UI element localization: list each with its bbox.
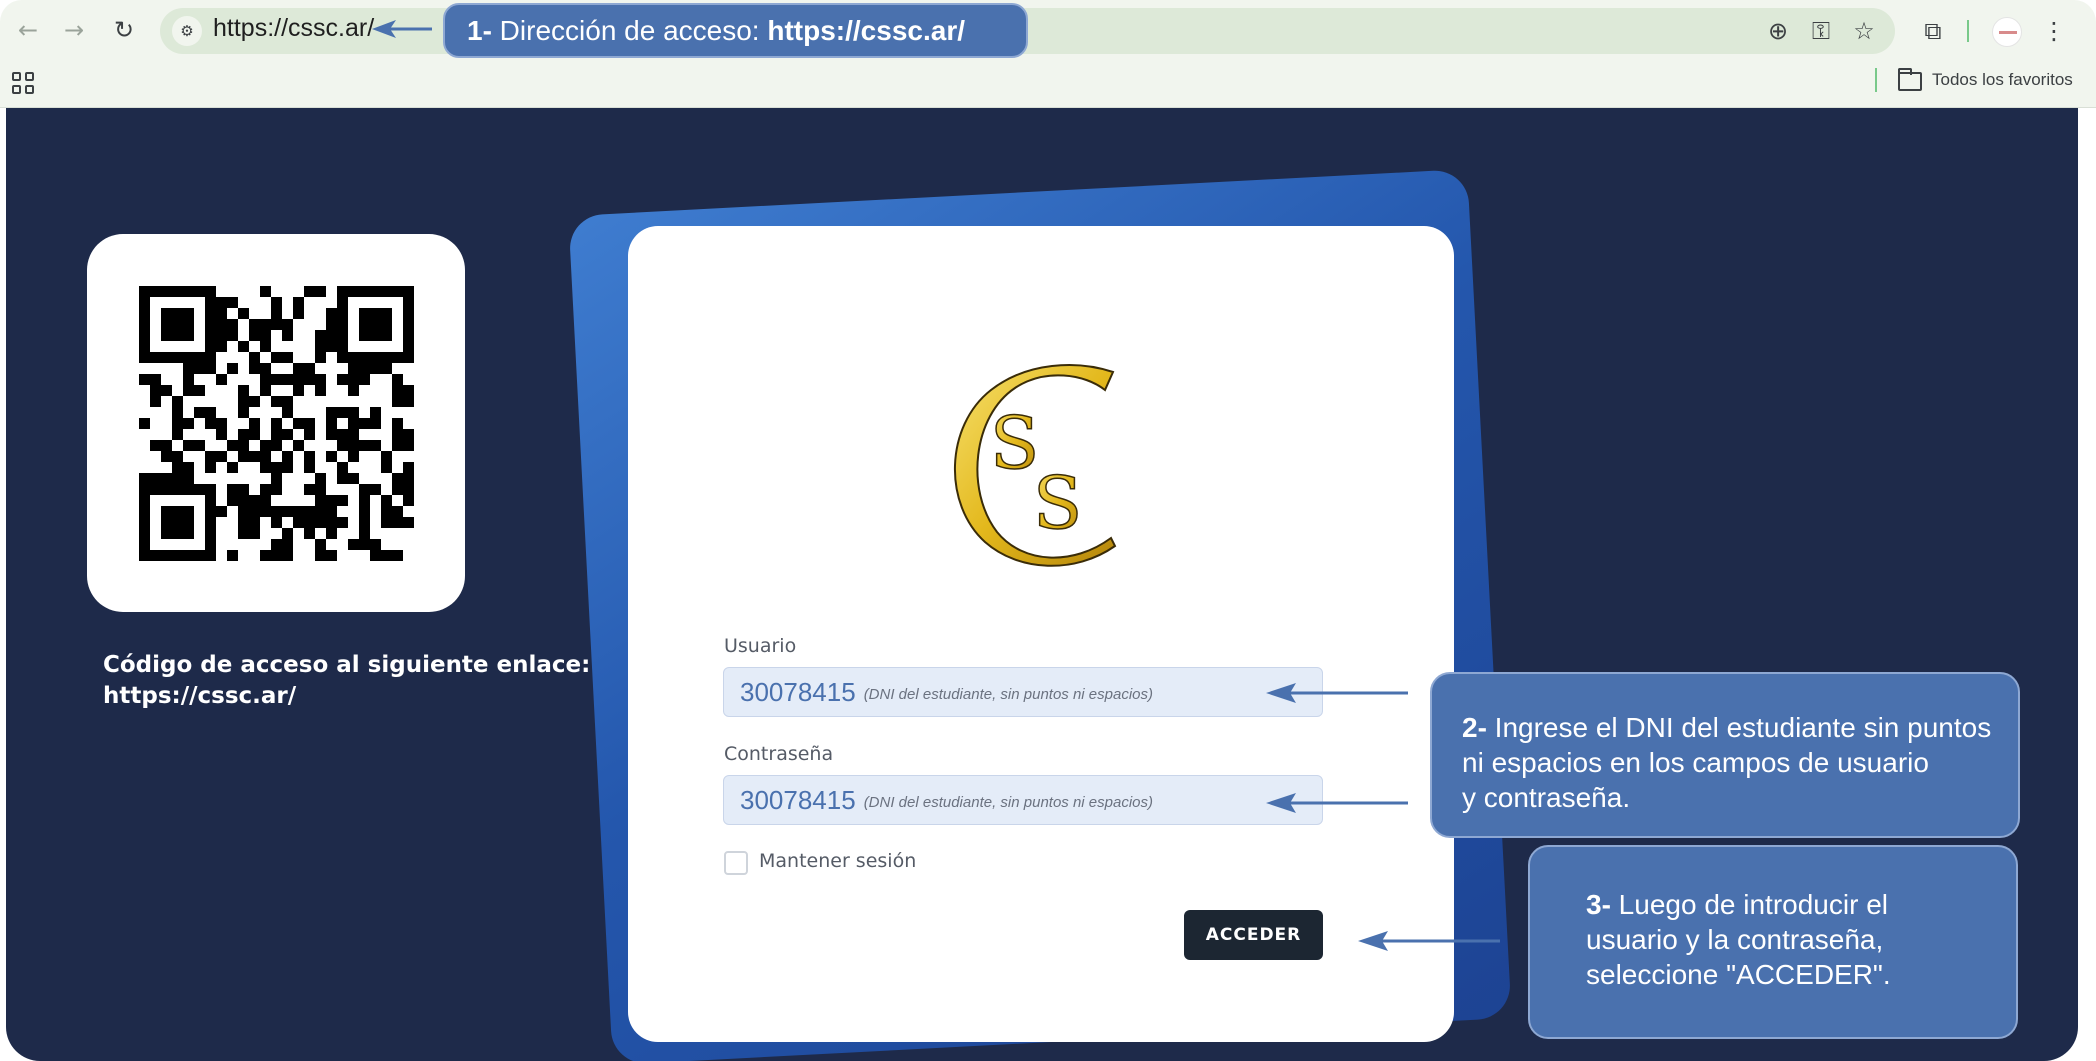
bookmarks-bar bbox=[0, 62, 2096, 108]
password-input[interactable]: 30078415 (DNI del estudiante, sin puntos… bbox=[723, 775, 1323, 825]
usuario-input[interactable]: 30078415 (DNI del estudiante, sin puntos… bbox=[723, 667, 1323, 717]
step3-callout: 3- Luego de introducir el usuario y la c… bbox=[1528, 845, 2018, 1039]
step3-number: 3- bbox=[1586, 889, 1611, 920]
step2-number: 2- bbox=[1462, 712, 1487, 743]
back-icon[interactable]: ← bbox=[12, 14, 44, 46]
step1-callout: 1- Dirección de acceso: https://cssc.ar/ bbox=[443, 3, 1028, 58]
usuario-hint: (DNI del estudiante, sin puntos ni espac… bbox=[863, 686, 1154, 703]
password-label: Contraseña bbox=[724, 743, 834, 765]
step2-callout: 2- Ingrese el DNI del estudiante sin pun… bbox=[1430, 672, 2020, 838]
more-menu-icon[interactable]: ⋮ bbox=[2037, 14, 2071, 48]
school-logo: S S bbox=[954, 364, 1117, 567]
usuario-value: 30078415 bbox=[740, 676, 856, 707]
svg-text:S: S bbox=[990, 401, 1039, 485]
qr-caption-line2: https://cssc.ar/ bbox=[103, 683, 297, 709]
bookmarks-divider bbox=[1875, 68, 1877, 92]
login-card bbox=[628, 226, 1454, 1042]
svg-text:S: S bbox=[1033, 461, 1082, 545]
step2-line3: y contraseña. bbox=[1462, 782, 1631, 813]
toolbar-divider bbox=[1967, 20, 1969, 42]
remember-checkbox[interactable] bbox=[724, 851, 748, 875]
folder-icon[interactable] bbox=[1898, 68, 1922, 91]
site-info-icon[interactable]: ⚙ bbox=[172, 16, 202, 46]
remember-label[interactable]: Mantener sesión bbox=[759, 850, 916, 872]
password-value: 30078415 bbox=[740, 784, 856, 815]
step1-number: 1- bbox=[467, 14, 492, 46]
extensions-icon[interactable]: ⧉ bbox=[1916, 14, 1950, 48]
qr-code-card bbox=[87, 234, 465, 612]
step2-line2: ni espacios en los campos de usuario bbox=[1462, 747, 1929, 778]
usuario-label: Usuario bbox=[724, 635, 797, 657]
step2-line1: Ingrese el DNI del estudiante sin puntos bbox=[1486, 712, 1992, 743]
password-hint: (DNI del estudiante, sin puntos ni espac… bbox=[863, 794, 1154, 811]
apps-grid-icon[interactable] bbox=[12, 72, 36, 96]
qr-caption: Código de acceso al siguiente enlace: ht… bbox=[103, 650, 590, 712]
step3-line2: usuario y la contraseña, bbox=[1586, 924, 1884, 955]
reload-icon[interactable]: ↻ bbox=[108, 14, 140, 46]
zoom-icon[interactable]: ⊕ bbox=[1761, 14, 1795, 48]
qr-caption-line1: Código de acceso al siguiente enlace: bbox=[103, 652, 591, 678]
acceder-button[interactable]: ACCEDER bbox=[1184, 910, 1323, 960]
forward-icon[interactable]: → bbox=[58, 14, 90, 46]
bookmarks-folder-all[interactable]: Todos los favoritos bbox=[1932, 70, 2073, 90]
step3-line3: seleccione "ACCEDER". bbox=[1586, 959, 1891, 990]
address-bar-url[interactable]: https://cssc.ar/ bbox=[213, 14, 374, 43]
step3-line1: Luego de introducir el bbox=[1610, 889, 1888, 920]
star-bookmark-icon[interactable]: ☆ bbox=[1847, 14, 1881, 48]
step1-url: https://cssc.ar/ bbox=[767, 14, 966, 46]
profile-avatar[interactable] bbox=[1992, 17, 2022, 47]
qr-code bbox=[139, 286, 414, 561]
password-key-icon[interactable]: ⚿ bbox=[1804, 14, 1838, 48]
step1-text: Dirección de acceso: bbox=[491, 14, 768, 46]
